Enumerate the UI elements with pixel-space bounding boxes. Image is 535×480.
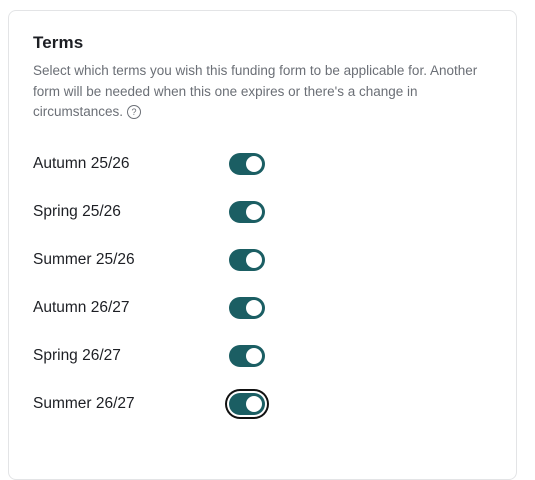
term-row-summer-25-26: Summer 25/26 [33,249,273,273]
term-label: Spring 25/26 [33,203,121,220]
term-row-autumn-25-26: Autumn 25/26 [33,153,273,177]
term-label: Autumn 25/26 [33,155,130,172]
terms-card: Terms Select which terms you wish this f… [8,10,517,480]
toggle-knob [246,348,262,364]
section-description: Select which terms you wish this funding… [33,61,493,123]
toggle-knob [246,300,262,316]
section-title: Terms [33,33,84,52]
toggle-knob [246,252,262,268]
term-toggle-autumn-26-27[interactable] [229,297,265,319]
term-toggle-spring-26-27[interactable] [229,345,265,367]
term-label: Summer 26/27 [33,395,135,412]
term-label: Summer 25/26 [33,251,135,268]
term-row-summer-26-27: Summer 26/27 [33,393,273,417]
term-toggle-spring-25-26[interactable] [229,201,265,223]
term-label: Autumn 26/27 [33,299,130,316]
toggle-knob [246,204,262,220]
term-toggle-summer-25-26[interactable] [229,249,265,271]
term-row-spring-25-26: Spring 25/26 [33,201,273,225]
term-toggle-autumn-25-26[interactable] [229,153,265,175]
description-text: Select which terms you wish this funding… [33,63,478,119]
toggle-knob [246,156,262,172]
toggle-knob [246,396,262,412]
term-row-spring-26-27: Spring 26/27 [33,345,273,369]
term-label: Spring 26/27 [33,347,121,364]
term-row-autumn-26-27: Autumn 26/27 [33,297,273,321]
term-toggle-summer-26-27[interactable] [229,393,265,415]
question-circle-icon[interactable]: ? [127,105,142,119]
